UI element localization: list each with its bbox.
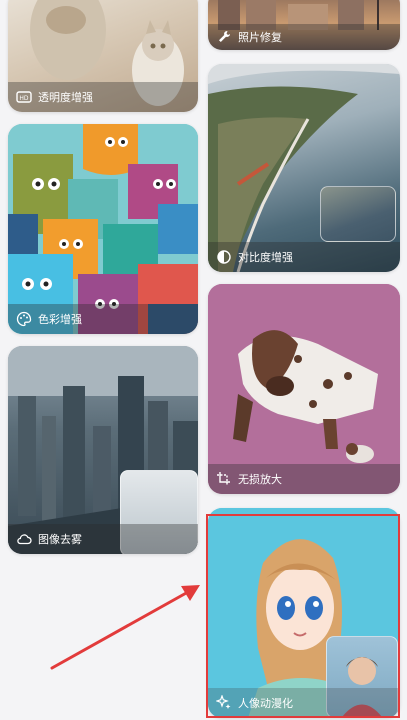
card-dehaze[interactable]: 图像去雾 (8, 346, 198, 554)
card-contrast-enhance[interactable]: 对比度增强 (208, 64, 400, 272)
card-label: 无损放大 (238, 473, 282, 486)
crop-icon (216, 471, 232, 487)
card-caption: 无损放大 (208, 464, 400, 494)
card-label: 对比度增强 (238, 251, 293, 264)
wrench-icon (216, 29, 232, 45)
card-caption: HD 透明度增强 (8, 82, 198, 112)
card-caption: 照片修复 (208, 24, 400, 50)
cloud-icon (16, 531, 32, 547)
card-caption: 对比度增强 (208, 242, 400, 272)
highlight-box (206, 514, 400, 718)
card-caption: 色彩增强 (8, 304, 198, 334)
hazy-city-photo (8, 346, 198, 554)
card-label: 色彩增强 (38, 313, 82, 326)
svg-text:HD: HD (19, 95, 29, 102)
contrast-icon (216, 249, 232, 265)
dog-photo (208, 284, 400, 494)
card-label: 图像去雾 (38, 533, 82, 546)
hd-icon: HD (16, 89, 32, 105)
palette-icon (16, 311, 32, 327)
colorful-monsters-illustration (8, 124, 198, 334)
card-label: 透明度增强 (38, 91, 93, 104)
card-photo-repair[interactable]: 照片修复 (208, 0, 400, 50)
card-label: 照片修复 (238, 31, 282, 44)
card-transparency-enhance[interactable]: HD 透明度增强 (8, 0, 198, 112)
card-lossless-zoom[interactable]: 无损放大 (208, 284, 400, 494)
before-inset (320, 186, 396, 242)
coastline-photo (208, 64, 400, 272)
card-caption: 图像去雾 (8, 524, 198, 554)
card-color-enhance[interactable]: 色彩增强 (8, 124, 198, 334)
